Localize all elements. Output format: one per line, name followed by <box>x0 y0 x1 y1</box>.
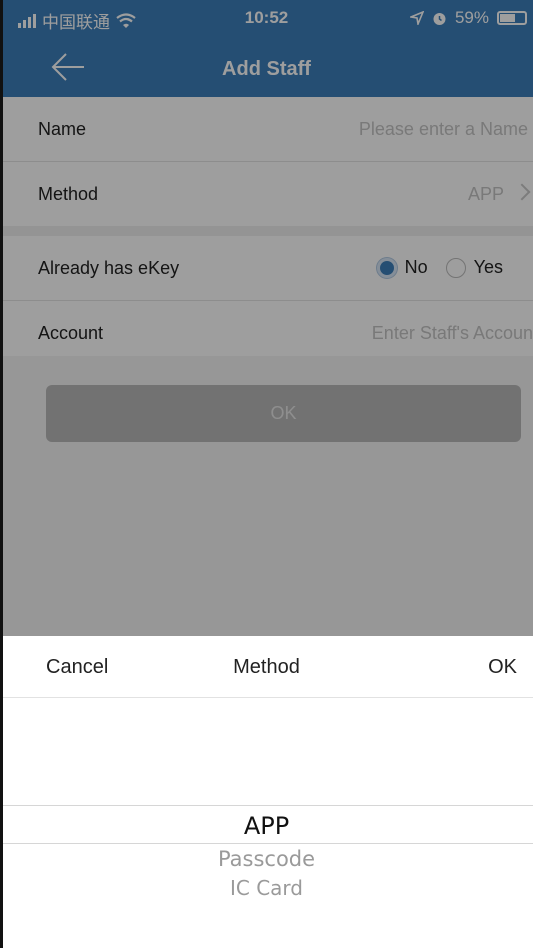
picker-title: Method <box>233 656 300 678</box>
picker-ok-button[interactable]: OK <box>488 656 517 679</box>
picker-toolbar: Cancel Method OK <box>0 636 533 698</box>
picker-selection-bottom-line <box>0 843 533 844</box>
picker-option-app[interactable]: APP <box>0 812 533 840</box>
picker-option-ic-card[interactable]: IC Card <box>0 876 533 900</box>
picker-option-passcode[interactable]: Passcode <box>0 847 533 871</box>
method-picker-sheet: Cancel Method OK <box>0 636 533 948</box>
picker-selection-top-line <box>0 805 533 806</box>
modal-backdrop[interactable] <box>0 0 533 636</box>
app-screen: 中国联通 10:52 59% Add Staff Name Please ent… <box>0 0 533 948</box>
screenshot-left-border <box>0 0 3 948</box>
